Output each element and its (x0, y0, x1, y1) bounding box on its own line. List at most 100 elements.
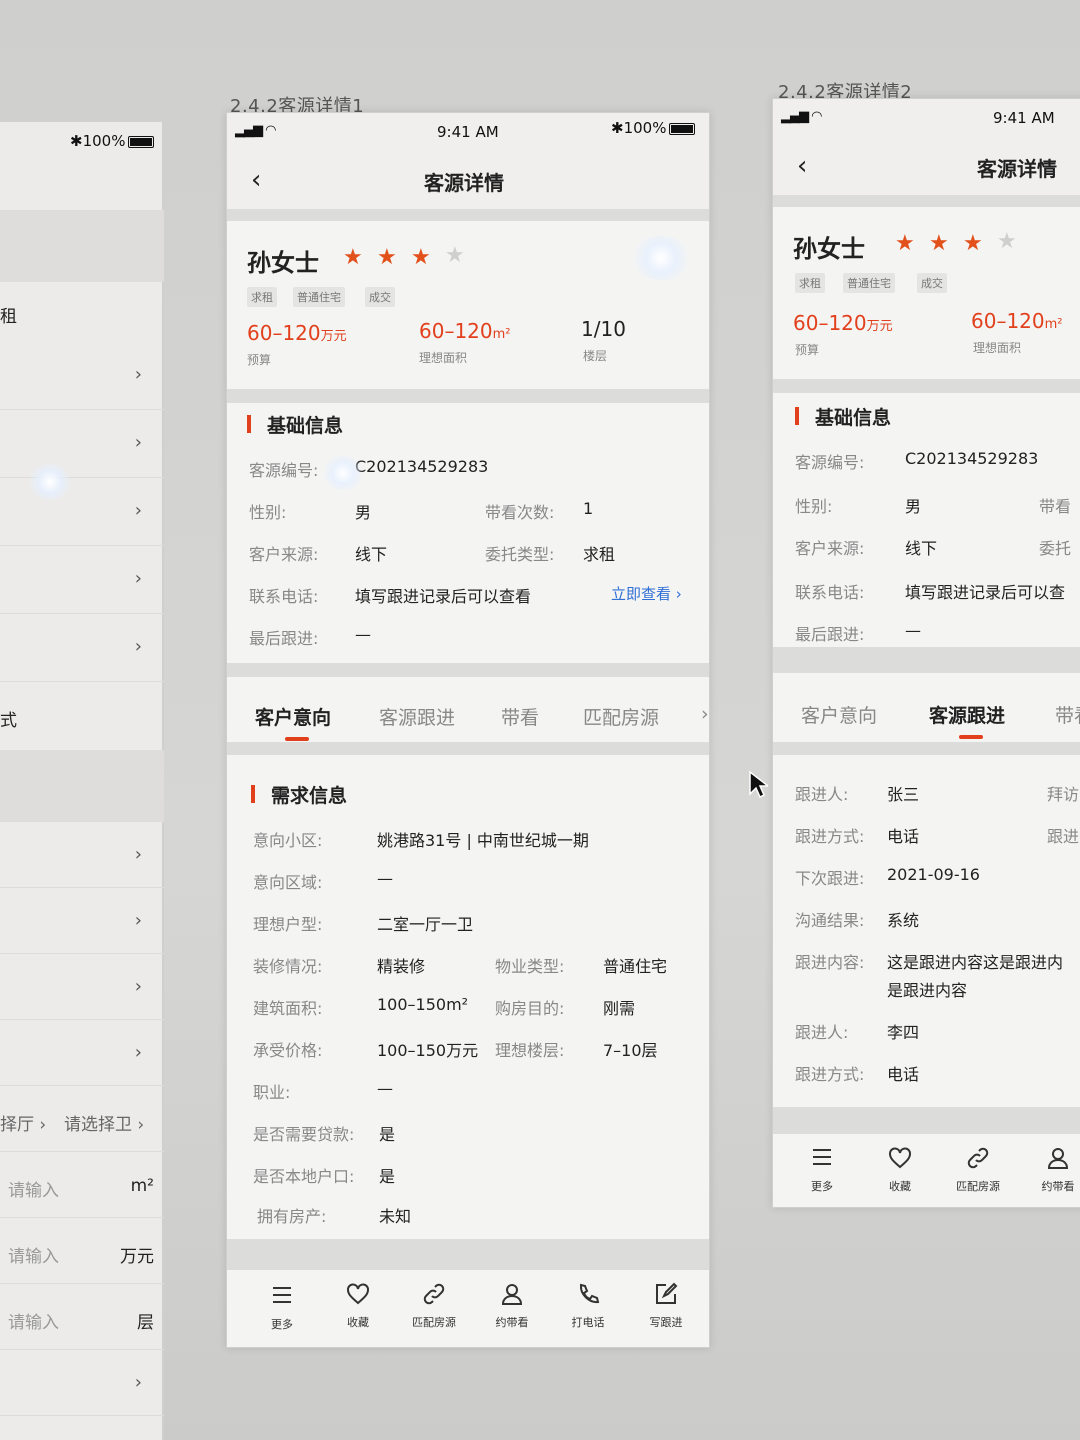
left-row[interactable]: › (0, 546, 164, 614)
source-value: 线下 (905, 539, 938, 558)
phone-value: 填写跟进记录后可以查看 (355, 587, 532, 606)
building-area-value: 100–150m² (377, 995, 469, 1014)
book-showing-label: 约带看 (495, 1316, 529, 1329)
more-label: 更多 (811, 1180, 833, 1193)
divider (773, 743, 1080, 755)
area-value: 60–120m² (971, 309, 1063, 333)
star-icon-filled: ★ (377, 245, 397, 270)
bath-select[interactable]: 请选择卫 › (64, 1110, 144, 1135)
room-bath-row[interactable]: 择厅 › 请选择卫 › (0, 1086, 164, 1152)
purpose-value: 刚需 (603, 999, 636, 1018)
field-label: 下次跟进: (795, 869, 865, 888)
match-listings-label: 匹配房源 (412, 1316, 456, 1329)
status-time: 9:41 AM (437, 123, 499, 141)
field-label: 最后跟进: (795, 625, 865, 644)
floor-input[interactable]: 请输入 (8, 1308, 59, 1333)
star-icon-empty: ★ (997, 229, 1017, 254)
left-row[interactable]: › (0, 1020, 164, 1086)
basic-info-section: 基础信息 客源编号: C202134529283 性别: 男 带看 客户来源: … (773, 393, 1080, 647)
tab-follow-up[interactable]: 客源跟进 (929, 701, 1005, 728)
field-label: 拥有房产: (257, 1207, 327, 1226)
write-follow-up-button[interactable]: 写跟进 (631, 1282, 701, 1330)
tab-showings[interactable]: 带看 (1055, 701, 1080, 728)
back-icon[interactable]: ‹ (251, 165, 261, 195)
left-row[interactable]: › (0, 822, 164, 888)
star-icon-filled: ★ (963, 231, 983, 256)
book-showing-label: 约带看 (1041, 1180, 1075, 1193)
tag: 普通住宅 (843, 273, 895, 293)
tab-matched-listings[interactable]: 匹配房源 (583, 703, 659, 730)
section-marker (251, 785, 255, 803)
field-label: 跟进人: (795, 785, 849, 804)
more-button[interactable]: 更多 (787, 1146, 857, 1194)
left-row[interactable]: › (0, 614, 164, 682)
room-select[interactable]: 择厅 › (0, 1110, 46, 1135)
field-label: 带看 (1039, 497, 1072, 516)
price-input[interactable]: 请输入 (8, 1242, 59, 1267)
book-showing-button[interactable]: 约带看 (1023, 1146, 1080, 1194)
page-title: 客源详情 (424, 171, 504, 195)
star-icon-filled: ★ (895, 231, 915, 256)
field-label: 委托类型: (485, 545, 555, 564)
demand-info-section: 需求信息 意向小区: 姚港路31号 | 中南世纪城一期 意向区域: — 理想户型… (227, 755, 709, 1239)
tag: 求租 (247, 287, 277, 307)
left-row[interactable]: › (0, 954, 164, 1020)
decoration-value: 精装修 (377, 957, 426, 976)
active-tab-indicator (285, 737, 309, 741)
more-label: 更多 (271, 1318, 293, 1331)
field-label: 客源编号: (249, 461, 319, 480)
tab-overflow-icon[interactable]: › (701, 703, 709, 725)
gender-value: 男 (905, 497, 922, 516)
call-button[interactable]: 打电话 (553, 1282, 623, 1330)
favorite-button[interactable]: 收藏 (323, 1282, 393, 1330)
field-label: 联系电话: (795, 583, 865, 602)
price-input-row[interactable]: 请输入 万元 (0, 1218, 164, 1284)
area-input-row[interactable]: 请输入 m² (0, 1152, 164, 1218)
content-value-line2: 是跟进内容 (887, 981, 968, 1000)
left-row[interactable]: › (0, 1350, 164, 1416)
tab-follow-up[interactable]: 客源跟进 (379, 703, 455, 730)
view-phone-link[interactable]: 立即查看 › (611, 583, 682, 604)
area-input[interactable]: 请输入 (8, 1176, 59, 1201)
left-row[interactable]: › (0, 888, 164, 954)
page-title: 客源详情 (977, 157, 1057, 181)
tab-showings[interactable]: 带看 (501, 703, 539, 730)
book-showing-button[interactable]: 约带看 (477, 1282, 547, 1330)
follow-up-section: 跟进人: 张三 拜访 跟进方式: 电话 跟进 下次跟进: 2021-09-16 … (773, 755, 1080, 1107)
property-type-value: 普通住宅 (603, 957, 668, 976)
favorite-button[interactable]: 收藏 (865, 1146, 935, 1194)
section-title: 基础信息 (267, 415, 344, 437)
left-row[interactable]: › (0, 478, 164, 546)
tab-customer-intent[interactable]: 客户意向 (255, 703, 331, 730)
more-button[interactable]: 更多 (247, 1284, 317, 1332)
field-label: 最后跟进: (249, 629, 319, 648)
field-label: 联系电话: (249, 587, 319, 606)
tab-customer-intent[interactable]: 客户意向 (801, 701, 877, 728)
left-row[interactable]: › (0, 410, 164, 478)
follow-person-value: 张三 (887, 785, 920, 804)
match-listings-label: 匹配房源 (956, 1180, 1000, 1193)
bottom-toolbar: 更多 收藏 匹配房源 约带看 (773, 1133, 1080, 1207)
screen2-phone: ▂▄▆ ◠ 9:41 AM ‹ 客源详情 孙女士 ★ ★ ★ ★ 求租 普通住宅… (772, 98, 1080, 1208)
back-icon[interactable]: ‹ (797, 151, 807, 181)
field-label: 跟进 (1047, 827, 1080, 846)
star-icon-filled: ★ (929, 231, 949, 256)
next-follow-value: 2021-09-16 (887, 865, 980, 884)
battery-status: ✱100% (70, 132, 155, 150)
match-listings-button[interactable]: 匹配房源 (943, 1146, 1013, 1194)
follow-person2-value: 李四 (887, 1023, 920, 1042)
status-bar: ▂▄▆ ◠ 9:41 AM (773, 99, 1080, 143)
floor-input-row[interactable]: 请输入 层 (0, 1284, 164, 1350)
section-marker (247, 415, 251, 433)
nav-bar: ‹ 客源详情 (227, 157, 709, 209)
left-gray-band (0, 750, 164, 822)
left-row[interactable]: › (0, 342, 164, 410)
field-label: 跟进内容: (795, 953, 865, 972)
call-label: 打电话 (571, 1316, 605, 1329)
field-label: 建筑面积: (253, 999, 323, 1018)
local-hukou-value: 是 (379, 1167, 396, 1186)
battery-indicator: ✱100% (611, 119, 696, 137)
match-listings-button[interactable]: 匹配房源 (399, 1282, 469, 1330)
field-label: 跟进方式: (795, 1065, 865, 1084)
screen1-phone: ▂▄▆ ◠ 9:41 AM ✱100% ‹ 客源详情 孙女士 ★ ★ ★ ★ 求… (226, 112, 710, 1348)
